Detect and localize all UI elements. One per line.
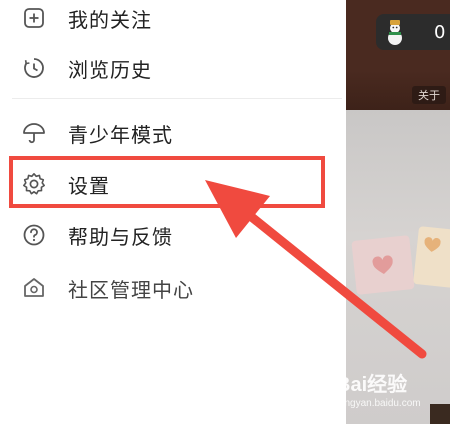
home-shield-icon — [22, 276, 46, 300]
question-circle-icon — [22, 223, 46, 247]
umbrella-icon — [22, 121, 46, 145]
menu-divider — [12, 98, 342, 99]
menu-item-teen-mode[interactable]: 青少年模式 — [0, 111, 346, 155]
about-chip[interactable]: 关于 — [412, 86, 446, 104]
menu-item-help-feedback[interactable]: 帮助与反馈 — [0, 213, 346, 257]
menu-item-community-center[interactable]: 社区管理中心 — [0, 266, 346, 310]
heart-card — [351, 235, 415, 295]
settings-highlight-box — [9, 156, 325, 208]
watermark-url: jingyan.baidu.com — [340, 398, 421, 409]
plus-square-icon — [22, 6, 46, 30]
watermark-brand: Bai经验 — [336, 374, 408, 396]
menu-item-history[interactable]: 浏览历史 — [0, 46, 346, 90]
menu-item-following[interactable]: 我的关注 — [0, 0, 346, 40]
menu-item-label: 帮助与反馈 — [68, 224, 173, 249]
heart-icon — [424, 237, 441, 252]
coin-count: 0 — [434, 22, 446, 43]
clock-icon — [22, 56, 46, 80]
baidu-jingyan-watermark: Bai经验 jingyan.baidu.com — [336, 368, 446, 414]
menu-item-label: 我的关注 — [68, 7, 152, 32]
page-backdrop[interactable]: 0 关于 — [346, 0, 450, 424]
menu-item-label: 青少年模式 — [68, 122, 173, 147]
side-drawer: 我的关注 浏览历史 青少年模式 设置 帮助与反馈 社区管理中心 — [0, 0, 346, 424]
snowman-avatar-icon — [388, 20, 402, 45]
heart-card — [413, 226, 450, 288]
menu-item-label: 浏览历史 — [68, 57, 152, 82]
menu-item-label: 社区管理中心 — [68, 277, 194, 302]
heart-icon — [372, 255, 393, 274]
